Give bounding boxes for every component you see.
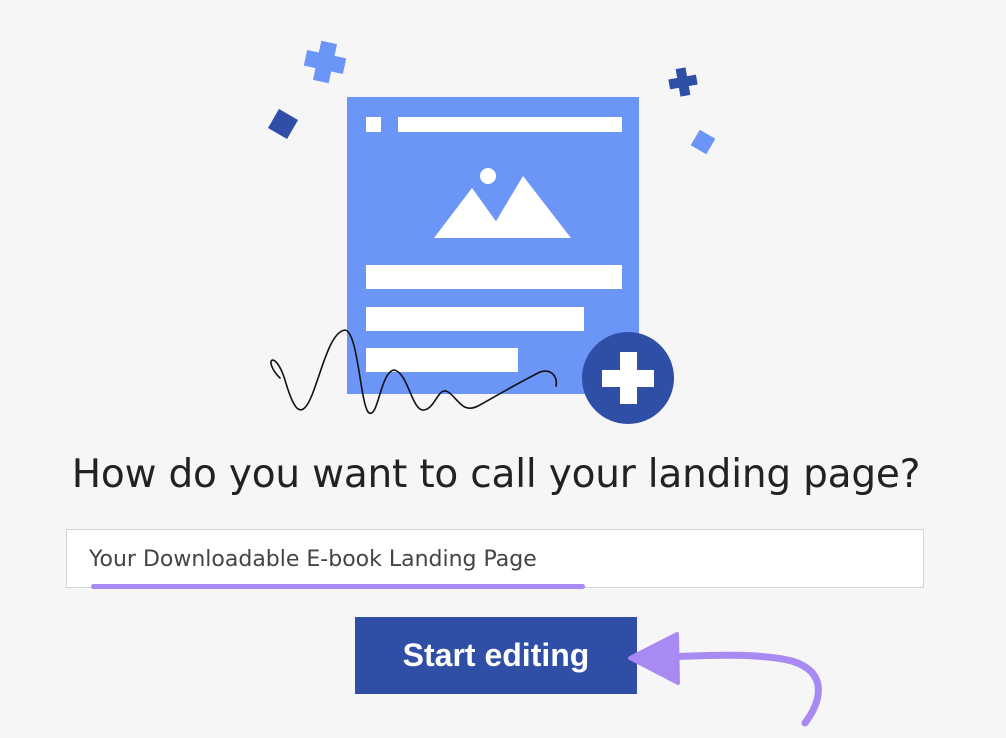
- sparkle-plus-small-icon: [668, 67, 698, 97]
- plus-circle-icon: [582, 332, 674, 424]
- page-name-question: How do you want to call your landing pag…: [71, 452, 921, 497]
- start-editing-button[interactable]: Start editing: [355, 617, 637, 694]
- sparkle-plus-large-icon: [303, 40, 347, 84]
- landing-page-name-field[interactable]: [66, 529, 924, 589]
- highlight-underline: [91, 584, 585, 589]
- landing-page-name-input[interactable]: [89, 542, 889, 576]
- sparkle-diamond-light-icon: [690, 129, 716, 155]
- curved-arrow-icon: [628, 632, 822, 727]
- landing-page-name-dialog: How do you want to call your landing pag…: [0, 0, 1006, 738]
- landing-page-illustration: [267, 40, 716, 424]
- sparkle-diamond-dark-icon: [267, 108, 299, 140]
